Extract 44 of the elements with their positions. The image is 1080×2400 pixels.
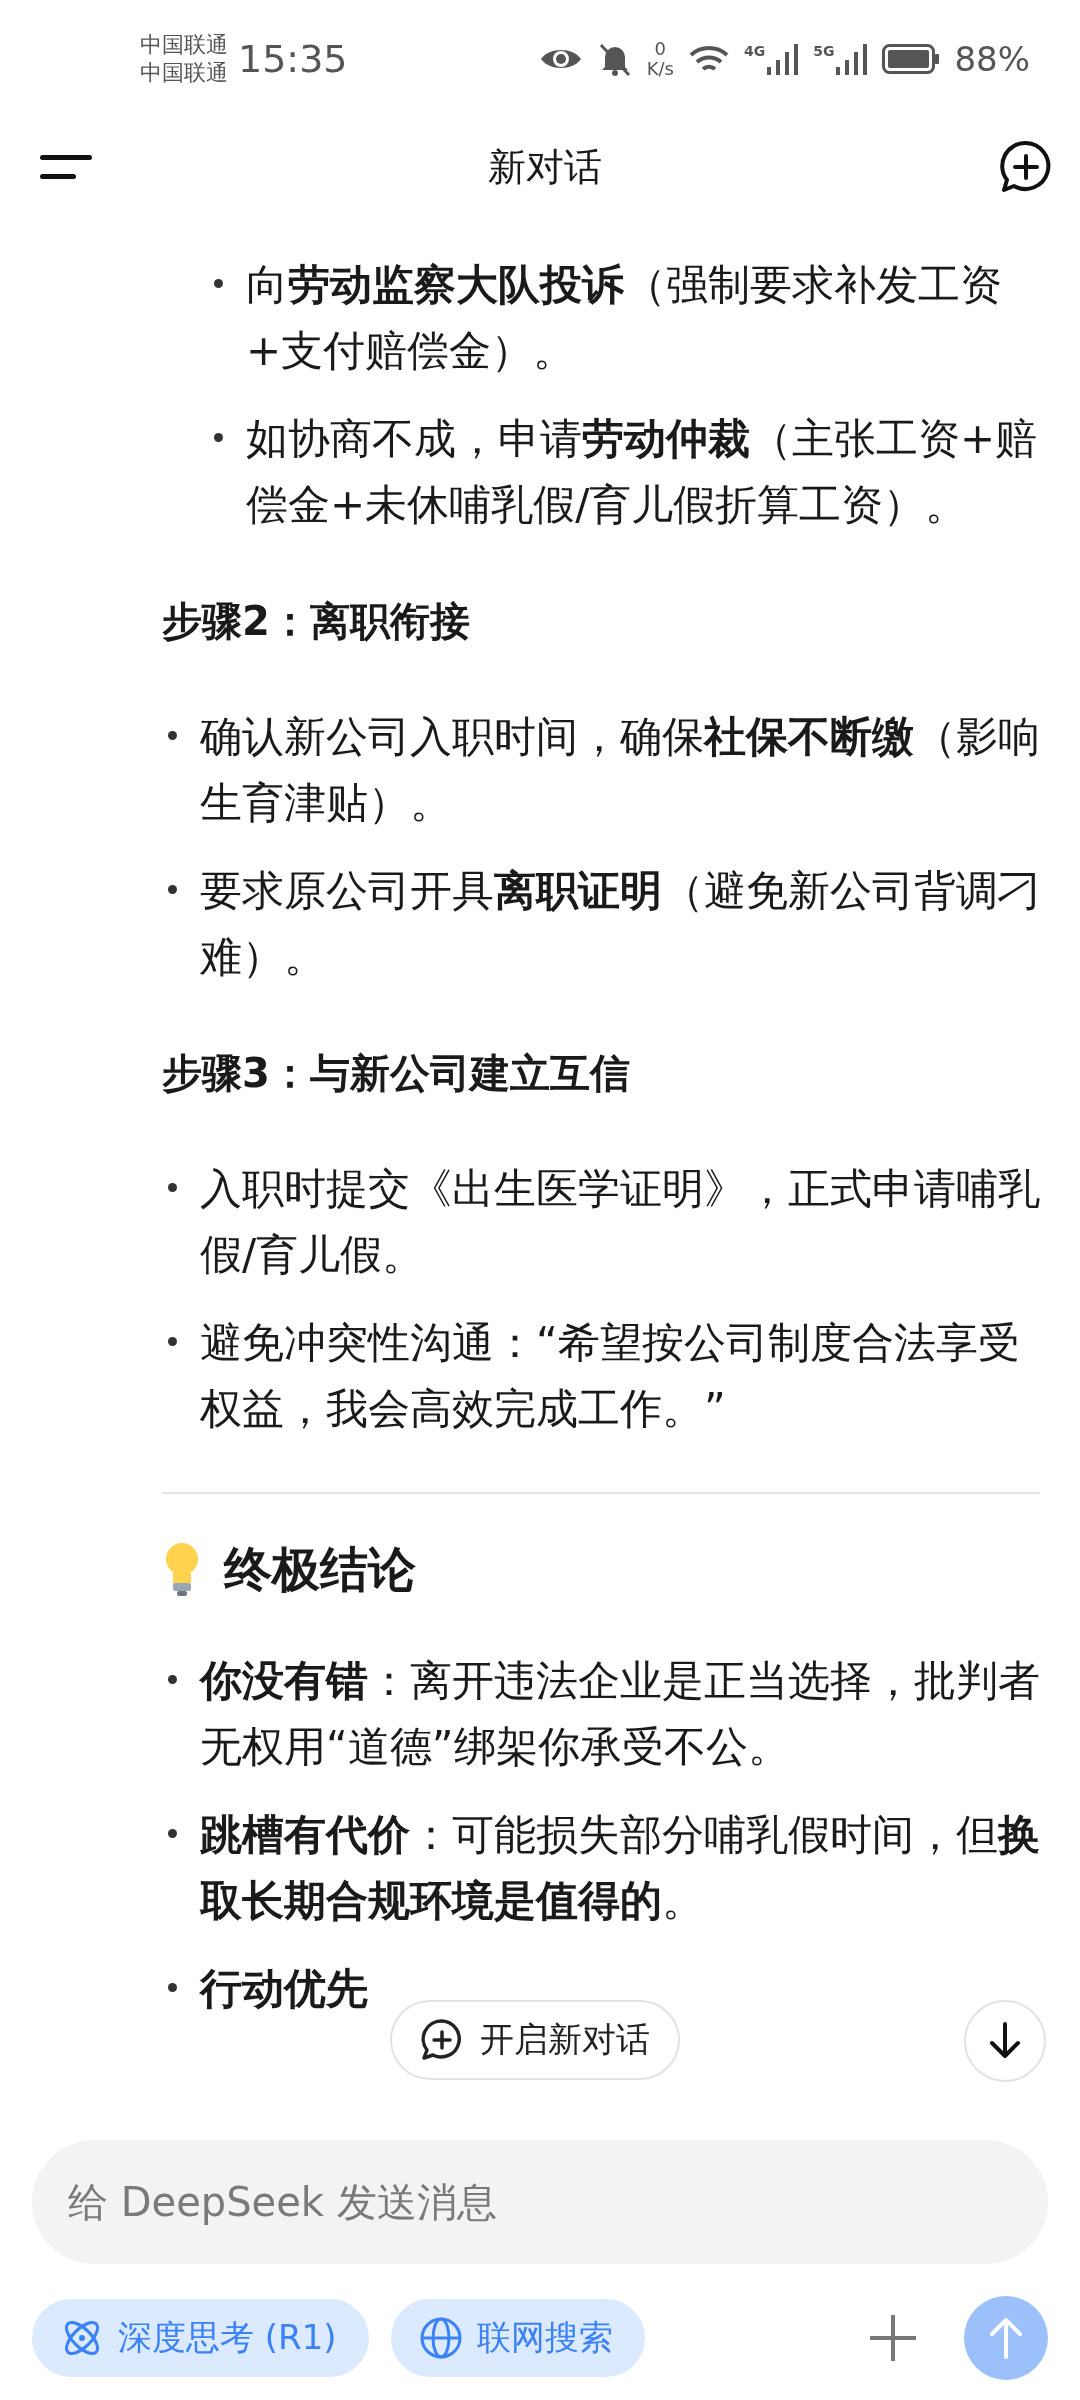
signal-icon [836,42,869,75]
globe-icon [418,2316,463,2360]
bullet-icon [168,1675,177,1684]
list-item-text: 向劳动监察大队投诉（强制要求补发工资+支付赔偿金）。 [246,259,1003,377]
network-type-label: 4G [743,42,766,59]
bullet-icon [168,731,177,740]
new-chat-icon [420,2018,464,2062]
status-time: 15:35 [238,36,348,81]
list-item-text: 跳槽有代价：可能损失部分哺乳假时间，但换取长期合规环境是值得的。 [200,1809,1040,1927]
bullet-icon [168,885,177,894]
bullet-icon [168,1337,177,1346]
list-item-text: 要求原公司开具离职证明（避免新公司背调刁难）。 [200,865,1040,983]
list-item-text: 确认新公司入职时间，确保社保不断缴（影响生育津贴）。 [200,711,1040,829]
bullet-icon [168,1829,177,1838]
network-type-label: 5G [813,42,835,59]
step-heading: 步骤3：与新公司建立互信 [162,1049,631,1098]
chat-title: 新对话 [488,143,602,191]
mode-toggle-button[interactable]: 联网搜索 [390,2299,645,2377]
down-arrow-icon [987,2021,1023,2061]
menu-icon[interactable] [40,153,92,181]
carrier-name: 中国联通 [140,30,228,59]
plus-icon [868,2313,918,2363]
up-arrow-icon [988,2316,1024,2360]
message-input-field[interactable]: 给 DeepSeek 发送消息 [32,2140,1048,2264]
add-button[interactable] [868,2313,918,2363]
section-title: 终极结论 [224,1540,416,1599]
bullet-icon [214,279,223,288]
net-speed-value: 0 [654,38,667,59]
battery-percent: 88% [954,38,1030,79]
battery-icon [882,43,941,74]
signal-icon [767,42,800,75]
list-item-text: 避免冲突性沟通：“希望按公司制度合法享受权益，我会高效完成工作。” [200,1317,1021,1435]
list-item-text: 入职时提交《出生医学证明》，正式申请哺乳假/育儿假。 [200,1163,1040,1281]
net-speed-unit: K/s [646,58,674,79]
mode-toggle-button[interactable]: 深度思考 (R1) [32,2299,369,2377]
bullet-icon [214,433,223,442]
step-heading: 步骤2：离职衔接 [162,597,471,646]
list-item-text: 如协商不成，申请劳动仲裁（主张工资+赔偿金+未休哺乳假/育儿假折算工资）。 [246,413,1039,531]
bullet-icon [168,1983,177,1992]
new-chat-button[interactable]: 开启新对话 [390,2000,680,2080]
list-item-text: 行动优先 [200,1963,369,2015]
list-item-text: 你没有错：离开违法企业是正当选择，批判者无权用“道德”绑架你承受不公。 [200,1655,1040,1773]
bullet-icon [168,1183,177,1192]
carrier-name: 中国联通 [140,58,228,87]
